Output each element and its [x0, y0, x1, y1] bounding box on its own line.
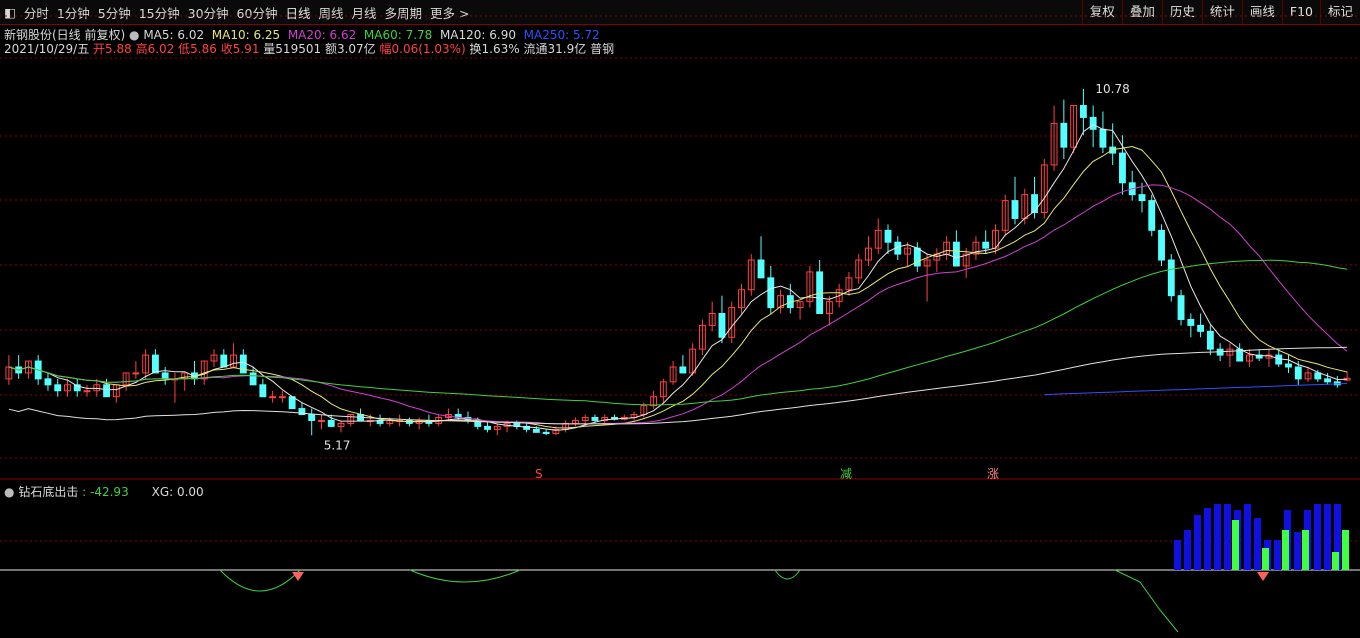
candle-body [1324, 378, 1332, 383]
candle-body [679, 366, 687, 374]
candle-body [1138, 194, 1146, 202]
signal-marker: S [535, 467, 543, 481]
amount-value: 额3.07亿 [324, 42, 376, 56]
candle-body [591, 416, 599, 421]
low-annotation: 5.17 [324, 438, 351, 452]
ma20-line [8, 184, 1348, 425]
candle-body [1148, 200, 1156, 231]
indicator-bar-blue [1204, 508, 1211, 570]
indicator-line [1114, 569, 1179, 633]
indicator-bar-green [1232, 520, 1239, 570]
indicator-bar-blue [1274, 540, 1281, 570]
candle-body [239, 354, 247, 374]
indicator-legend: ● 钻石底出击 : -42.93 XG: 0.00 [4, 483, 204, 500]
candle-body [83, 390, 91, 393]
candle-body [1206, 330, 1214, 350]
ma120-line [8, 346, 1348, 425]
candle-body [542, 431, 550, 435]
candle-body [1275, 354, 1283, 365]
indicator-bar-blue [1224, 504, 1231, 570]
indicator-bar-green [1262, 548, 1269, 570]
candle-body [1079, 105, 1087, 118]
indicator-bar-green [1302, 530, 1309, 570]
indicator-bar-green [1332, 552, 1339, 570]
open-value: 开5.88 [93, 42, 132, 56]
ohlc-info: 2021/10/29/五 开5.88 高6.02 低5.86 收5.91 量51… [4, 40, 614, 57]
indicator-bar-blue [1294, 532, 1301, 570]
indicator-settings-icon[interactable]: ● [4, 485, 14, 499]
candle-body [952, 241, 960, 267]
candle-body [1089, 116, 1097, 130]
indicator-bar-blue [1214, 504, 1221, 570]
ma10-line [8, 145, 1348, 429]
candle-body [151, 354, 159, 374]
candle-body [278, 396, 286, 399]
turnover-value: 换1.63% [469, 42, 520, 56]
candle-body [767, 277, 775, 309]
ma5-line [8, 124, 1348, 431]
candle-body [1167, 259, 1175, 297]
candle-body [308, 414, 316, 421]
candle-body [1177, 295, 1185, 320]
indicator-bar-blue [1314, 504, 1321, 570]
low-value: 低5.86 [178, 42, 217, 56]
candle-body [757, 259, 765, 279]
candle-body [1294, 366, 1302, 380]
candle-body [161, 372, 169, 380]
candle-body [1119, 152, 1126, 184]
candle-body [884, 229, 892, 243]
signal-marker: 减 [840, 467, 852, 481]
candle-body [318, 419, 325, 422]
indicator-bar-blue [1244, 504, 1251, 570]
candle-body [532, 428, 540, 433]
float-value: 流通31.9亿 [523, 42, 587, 56]
candle-body [484, 425, 491, 430]
ma250-line [1044, 383, 1348, 396]
candle-body [1031, 194, 1038, 213]
candle-body [259, 384, 267, 398]
indicator-line [774, 569, 801, 580]
xg-value: XG: 0.00 [151, 485, 204, 499]
indicator-name: 钻石底出击 [18, 485, 79, 499]
indicator-bar-blue [1194, 515, 1201, 570]
high-annotation: 10.78 [1095, 82, 1129, 96]
close-value: 收5.91 [220, 42, 260, 56]
sector-value: 普钢 [590, 42, 615, 56]
date-value: 2021/10/29/五 [4, 42, 90, 56]
candle-body [1011, 200, 1019, 219]
candle-body [1060, 122, 1068, 148]
candle-body [132, 372, 140, 375]
candle-body [249, 372, 257, 386]
candle-body [1314, 372, 1322, 380]
indicator-line [409, 569, 521, 583]
high-value: 高6.02 [135, 42, 175, 56]
candle-body [1158, 229, 1165, 261]
candle-body [1285, 363, 1292, 368]
candle-body [1099, 128, 1107, 148]
change-value: 幅0.06(1.03%) [379, 42, 466, 56]
candle-body [718, 313, 726, 338]
signal-marker: 涨 [987, 466, 999, 481]
indicator-value: : -42.93 [82, 485, 129, 499]
candle-body [103, 384, 110, 398]
indicator-bar-blue [1254, 518, 1261, 570]
candle-body [327, 419, 335, 427]
diamond-marker-icon [1257, 572, 1269, 581]
candle-body [54, 384, 62, 392]
candle-body [982, 241, 990, 249]
indicator-bar-green [1342, 530, 1349, 570]
indicator-bar-blue [1324, 504, 1331, 570]
indicator-bar-blue [1174, 540, 1181, 570]
indicator-bar-green [1282, 530, 1289, 570]
candle-body [220, 354, 228, 368]
candle-body [269, 396, 277, 399]
kline-chart[interactable]: 10.78 5.17 S 减 涨 [0, 0, 1360, 638]
ma60-line [8, 259, 1348, 406]
candle-body [1187, 318, 1195, 326]
indicator-line [219, 569, 301, 592]
candle-body [1197, 324, 1205, 332]
candle-body [44, 378, 52, 386]
indicator-bar-blue [1184, 530, 1191, 570]
volume-value: 量519501 [263, 42, 322, 56]
